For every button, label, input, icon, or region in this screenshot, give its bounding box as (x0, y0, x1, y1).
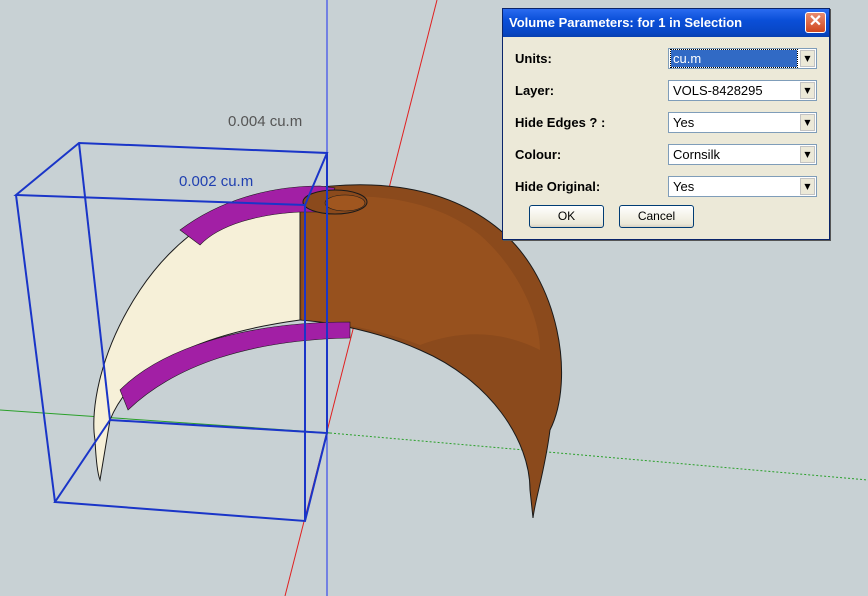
layer-label: Layer: (515, 83, 555, 98)
top-hole-inner (324, 194, 366, 212)
dialog-titlebar[interactable]: Volume Parameters: for 1 in Selection ✕ (503, 9, 829, 37)
layer-row: Layer: VOLS-8428295 ▼ (515, 80, 819, 102)
hide-edges-value: Yes (673, 115, 695, 130)
hide-edges-row: Hide Edges ? : Yes ▼ (515, 112, 819, 134)
hide-edges-select[interactable]: Yes ▼ (668, 112, 817, 133)
hide-original-select[interactable]: Yes ▼ (668, 176, 817, 197)
chevron-down-icon[interactable]: ▼ (800, 178, 815, 195)
hide-edges-label: Hide Edges ? : (515, 115, 606, 130)
outer-volume-label: 0.004 cu.m (228, 113, 303, 130)
units-row: Units: cu.m ▼ (515, 48, 819, 70)
layer-value: VOLS-8428295 (673, 83, 763, 98)
colour-select[interactable]: Cornsilk ▼ (668, 144, 817, 165)
units-select[interactable]: cu.m ▼ (668, 48, 817, 69)
close-icon[interactable]: ✕ (805, 12, 826, 33)
layer-select[interactable]: VOLS-8428295 ▼ (668, 80, 817, 101)
colour-value: Cornsilk (673, 147, 720, 162)
inner-volume-label: 0.002 cu.m (179, 173, 254, 190)
hide-original-row: Hide Original: Yes ▼ (515, 176, 819, 198)
green-axis-dotted (329, 432, 868, 481)
cancel-button[interactable]: Cancel (619, 205, 694, 228)
units-value: cu.m (670, 49, 798, 68)
chevron-down-icon[interactable]: ▼ (800, 82, 815, 99)
hide-original-label: Hide Original: (515, 179, 601, 194)
chevron-down-icon[interactable]: ▼ (800, 146, 815, 163)
colour-row: Colour: Cornsilk ▼ (515, 144, 819, 166)
chevron-down-icon[interactable]: ▼ (800, 114, 815, 131)
volume-parameters-dialog: Volume Parameters: for 1 in Selection ✕ … (502, 8, 830, 240)
chevron-down-icon[interactable]: ▼ (800, 50, 815, 67)
ok-button[interactable]: OK (529, 205, 604, 228)
dialog-title: Volume Parameters: for 1 in Selection (509, 15, 743, 30)
units-label: Units: (515, 51, 552, 66)
colour-label: Colour: (515, 147, 562, 162)
hide-original-value: Yes (673, 179, 695, 194)
